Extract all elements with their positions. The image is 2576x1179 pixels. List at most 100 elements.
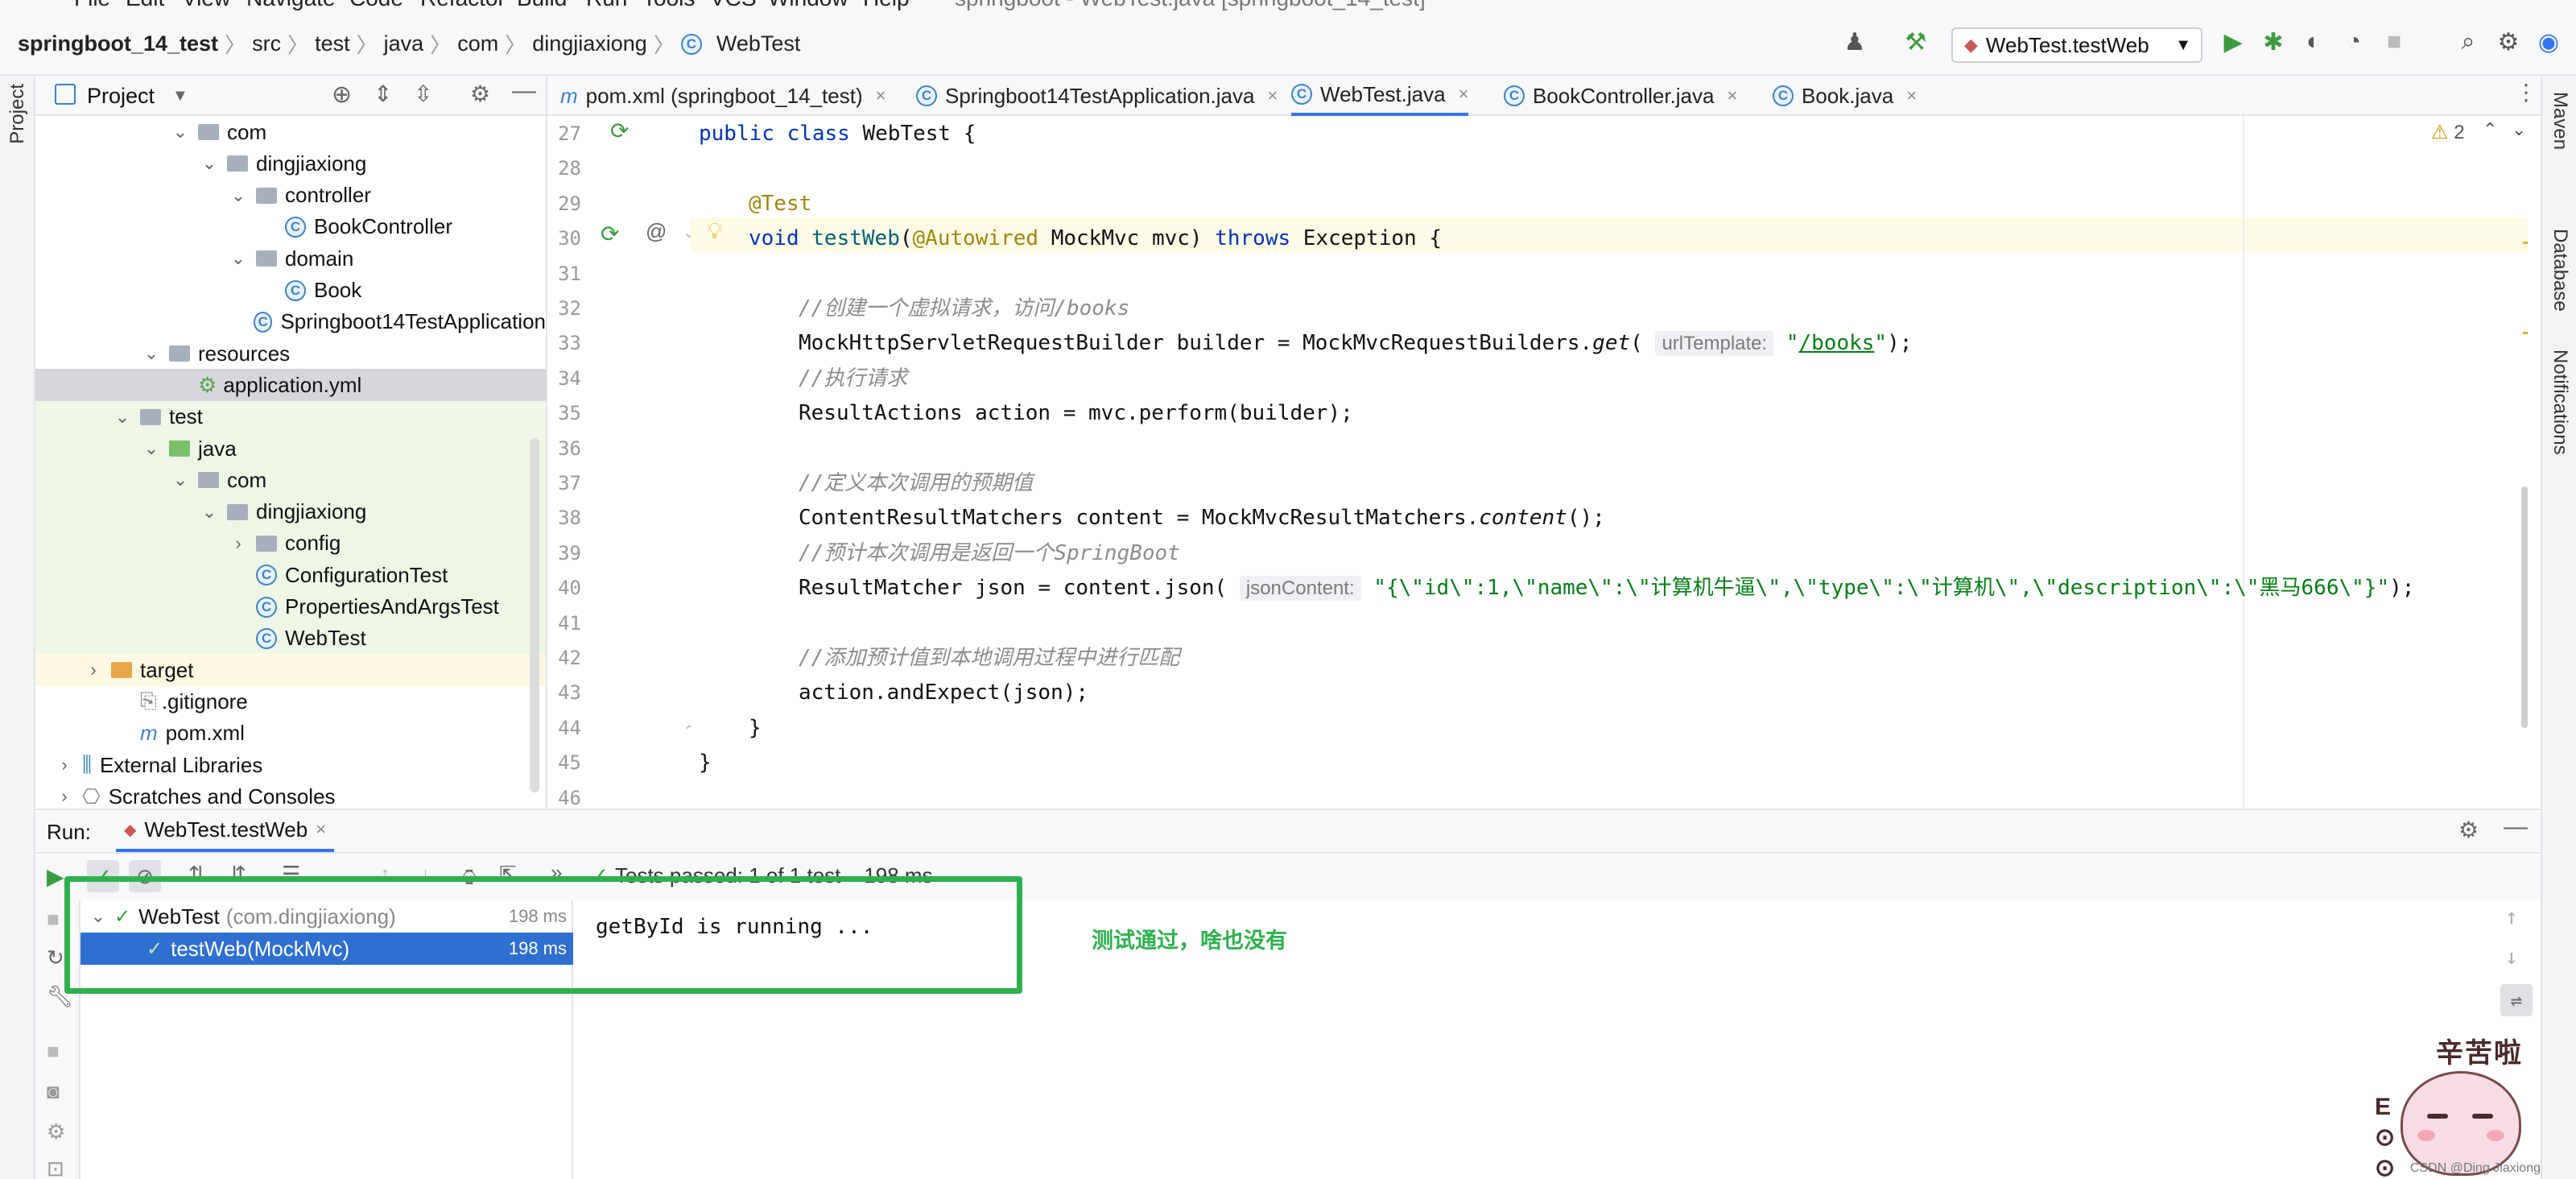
tree-item[interactable]: C Springboot14TestApplication xyxy=(35,306,546,338)
tree-item[interactable]: › ⫼ External Libraries xyxy=(35,749,546,781)
menu-code[interactable]: Code xyxy=(349,0,403,11)
gear-icon[interactable]: ⚙ xyxy=(2458,817,2479,843)
search-icon[interactable]: ⌕ xyxy=(2450,24,2486,60)
run-test-gutter-icon[interactable]: ⟳ xyxy=(601,221,619,247)
tree-item[interactable]: › ⎔ Scratches and Consoles xyxy=(35,780,546,807)
editor-tab[interactable]: C Springboot14TestApplication.java × xyxy=(916,76,1278,116)
scroll-down-icon[interactable]: ↓ xyxy=(2505,945,2518,970)
menu-refactor[interactable]: Refactor xyxy=(420,0,506,11)
database-tool-button[interactable]: Database xyxy=(2549,229,2571,312)
user-icon[interactable]: ♟ xyxy=(1837,24,1872,60)
code-editor[interactable]: 💡︎ ⚠ 2 ⌃ ⌄ public class WebTest {@Test vo… xyxy=(691,116,2528,807)
expand-all-icon[interactable]: ⇕ xyxy=(374,81,392,107)
stop-icon[interactable]: ■ xyxy=(47,907,60,932)
chevron-right-icon[interactable]: › xyxy=(55,786,74,807)
chevron-down-icon[interactable]: ⌄ xyxy=(113,407,132,428)
chevron-right-icon[interactable]: › xyxy=(55,755,74,776)
tree-item[interactable]: ⌄ dingjiaxiong xyxy=(35,495,546,528)
scroll-up-icon[interactable]: ↑ xyxy=(2505,905,2518,929)
locate-icon[interactable]: ⊕ xyxy=(332,81,352,109)
tree-item[interactable]: ⌄ test xyxy=(35,400,546,433)
project-panel-title[interactable]: Project xyxy=(87,84,155,109)
tree-item[interactable]: m pom.xml xyxy=(35,718,546,750)
bulb-icon[interactable]: 💡︎ xyxy=(707,217,723,245)
stop-icon[interactable]: ■ xyxy=(47,1039,60,1064)
tree-item[interactable]: ⌄ controller xyxy=(35,180,546,212)
coverage-icon[interactable]: ◐ xyxy=(2296,24,2331,60)
run-config-select[interactable]: ◆ WebTest.testWeb ▼ xyxy=(1951,27,2202,63)
chevron-down-icon[interactable]: ⌄ xyxy=(171,122,190,143)
project-tool-button[interactable]: Project xyxy=(6,84,29,144)
camera-icon[interactable]: ◙ xyxy=(47,1079,60,1104)
next-highlight-icon[interactable]: ⌄ xyxy=(2512,119,2526,140)
tree-item[interactable]: › target xyxy=(35,654,546,687)
chevron-right-icon[interactable]: › xyxy=(84,660,103,681)
build-hammer-icon[interactable]: ⚒ xyxy=(1898,24,1934,60)
stop-icon[interactable]: ■ xyxy=(2376,24,2412,60)
run-tab[interactable]: ◆ WebTest.testWeb × xyxy=(116,810,335,852)
tree-item[interactable]: ⌄ com xyxy=(35,116,546,148)
chevron-down-icon[interactable]: ⌄ xyxy=(142,438,161,459)
warning-stripe[interactable] xyxy=(2523,332,2528,334)
menu-run[interactable]: Run xyxy=(586,0,627,11)
hide-icon[interactable]: — xyxy=(2504,813,2528,841)
editor-scrollbar[interactable] xyxy=(2521,486,2528,728)
editor-tab[interactable]: C BookController.java × xyxy=(1504,76,1737,116)
close-icon[interactable]: × xyxy=(1727,85,1737,106)
notifications-tool-button[interactable]: Notifications xyxy=(2549,350,2571,455)
chevron-down-icon[interactable]: ▼ xyxy=(172,87,188,105)
rerun-failed-icon[interactable]: ↻ xyxy=(47,945,64,970)
close-icon[interactable]: × xyxy=(316,819,326,840)
maven-tool-button[interactable]: Maven xyxy=(2549,92,2571,150)
breadcrumb-item[interactable]: test xyxy=(315,31,350,56)
breadcrumb-item[interactable]: src xyxy=(252,31,281,56)
gear-icon[interactable]: ⚙ xyxy=(2491,24,2526,60)
chevron-down-icon[interactable]: ⌄ xyxy=(200,153,219,174)
menu-help[interactable]: Help xyxy=(863,0,910,11)
chevron-down-icon[interactable]: ⌄ xyxy=(142,343,161,364)
tree-item[interactable]: › config xyxy=(35,527,546,560)
profile-icon[interactable]: ◔ xyxy=(2336,24,2372,60)
menu-file[interactable]: File xyxy=(74,0,110,11)
chevron-down-icon[interactable]: ⌄ xyxy=(200,502,219,523)
tree-item[interactable]: ⚙ application.yml xyxy=(35,369,546,402)
menu-vcs[interactable]: VCS xyxy=(710,0,757,11)
editor-tab[interactable]: C WebTest.java × xyxy=(1291,76,1469,116)
prev-highlight-icon[interactable]: ⌃ xyxy=(2483,119,2497,140)
hide-icon[interactable]: — xyxy=(512,77,536,105)
chevron-down-icon[interactable]: ⌄ xyxy=(229,248,248,269)
close-icon[interactable]: × xyxy=(1906,85,1917,106)
menu-window[interactable]: Window xyxy=(768,0,848,11)
menu-view[interactable]: View xyxy=(182,0,230,11)
chevron-down-icon[interactable]: ⌄ xyxy=(229,185,248,206)
tree-item[interactable]: ⌄ dingjiaxiong xyxy=(35,147,546,180)
debug-icon[interactable]: ✱ xyxy=(2256,24,2291,60)
editor-tab[interactable]: m pom.xml (springboot_14_test) × xyxy=(560,76,886,116)
collapse-all-icon[interactable]: ⇳ xyxy=(414,81,432,107)
tree-item[interactable]: ⌄ resources xyxy=(35,337,546,370)
soft-wrap-icon[interactable]: ⇌ xyxy=(2500,984,2533,1016)
tree-item[interactable]: ⎘ .gitignore xyxy=(35,685,546,718)
tree-item[interactable]: ⌄ java xyxy=(35,432,546,465)
autowired-gutter-icon[interactable]: @ xyxy=(646,219,667,244)
menu-edit[interactable]: Edit xyxy=(126,0,164,11)
chevron-down-icon[interactable]: ⌄ xyxy=(171,470,190,490)
breadcrumb-item[interactable]: com xyxy=(457,31,498,56)
tree-item[interactable]: C ConfigurationTest xyxy=(35,559,546,592)
run-class-gutter-icon[interactable]: ⟳ xyxy=(610,118,629,144)
menu-navigate[interactable]: Navigate xyxy=(246,0,336,11)
gear-icon[interactable]: ⚙ xyxy=(470,81,490,107)
run-icon[interactable]: ▶ xyxy=(2215,24,2251,60)
breadcrumb-item[interactable]: java xyxy=(384,31,424,56)
close-icon[interactable]: × xyxy=(876,85,886,106)
tree-item[interactable]: ⌄ com xyxy=(35,464,546,497)
rerun-icon[interactable]: ▶ xyxy=(47,863,64,890)
close-icon[interactable]: × xyxy=(1459,84,1469,105)
close-icon[interactable]: × xyxy=(1267,85,1278,106)
editor-tab[interactable]: C Book.java × xyxy=(1773,76,1917,116)
breadcrumb-item[interactable]: springboot_14_test xyxy=(18,31,218,56)
tree-item[interactable]: ⌄ domain xyxy=(35,242,546,275)
tree-item[interactable]: C BookController xyxy=(35,211,546,243)
breadcrumb-item[interactable]: WebTest xyxy=(716,31,801,56)
menu-build[interactable]: Build xyxy=(517,0,567,11)
